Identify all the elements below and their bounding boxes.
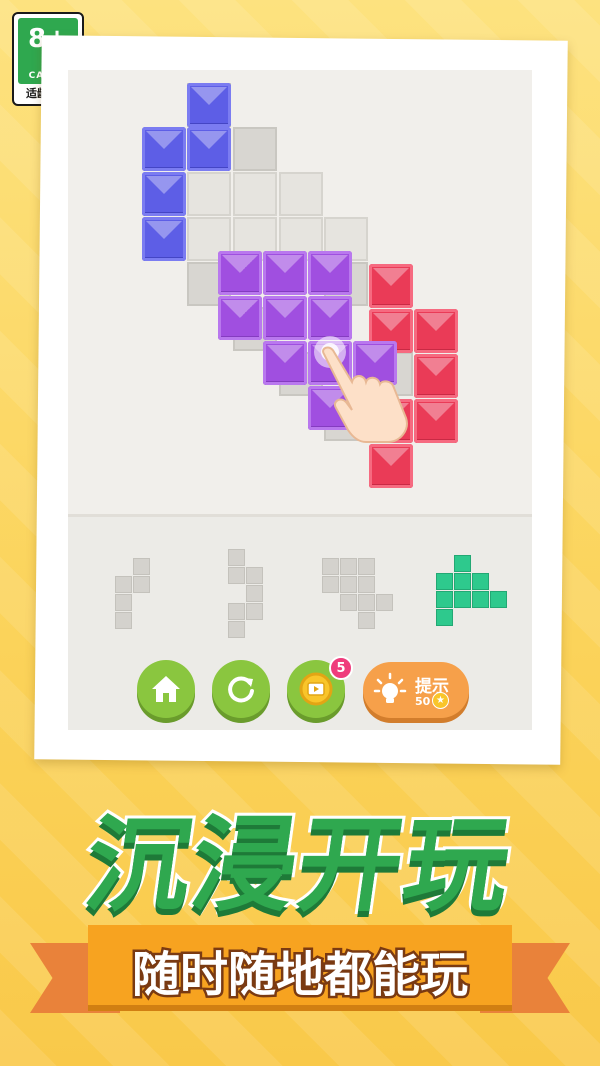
red-block — [414, 354, 458, 398]
restart-icon — [228, 676, 254, 703]
blue-block — [142, 127, 186, 171]
blue-block — [142, 172, 186, 216]
hint-cost: 50 — [415, 695, 431, 708]
blue-block — [142, 217, 186, 261]
purple-block — [308, 251, 352, 295]
tagline-ribbon: 随时随地都能玩 — [30, 925, 570, 1020]
blue-block — [187, 83, 231, 127]
restart-button[interactable] — [212, 660, 270, 718]
target-cell — [233, 127, 277, 171]
home-button[interactable] — [137, 660, 195, 718]
blue-block — [187, 127, 231, 171]
tagline: 随时随地都能玩 — [129, 945, 470, 1006]
purple-block — [263, 251, 307, 295]
star-coin-icon: ★ — [432, 692, 449, 709]
video-badge-count: 5 — [329, 656, 353, 680]
hint-button[interactable]: 提示 50 ★ — [363, 662, 469, 718]
video-coin-icon — [299, 672, 333, 706]
red-block — [369, 264, 413, 308]
purple-block — [218, 251, 262, 295]
headline: 沉浸开玩 — [75, 801, 522, 929]
red-block — [414, 399, 458, 443]
home-icon — [152, 676, 180, 702]
lightbulb-icon — [373, 672, 407, 703]
target-cell — [233, 172, 277, 216]
red-block — [369, 444, 413, 488]
pointing-hand-icon — [314, 336, 408, 443]
red-block — [414, 309, 458, 353]
target-cell — [279, 172, 323, 216]
purple-block — [218, 296, 262, 340]
target-cell — [187, 172, 231, 216]
